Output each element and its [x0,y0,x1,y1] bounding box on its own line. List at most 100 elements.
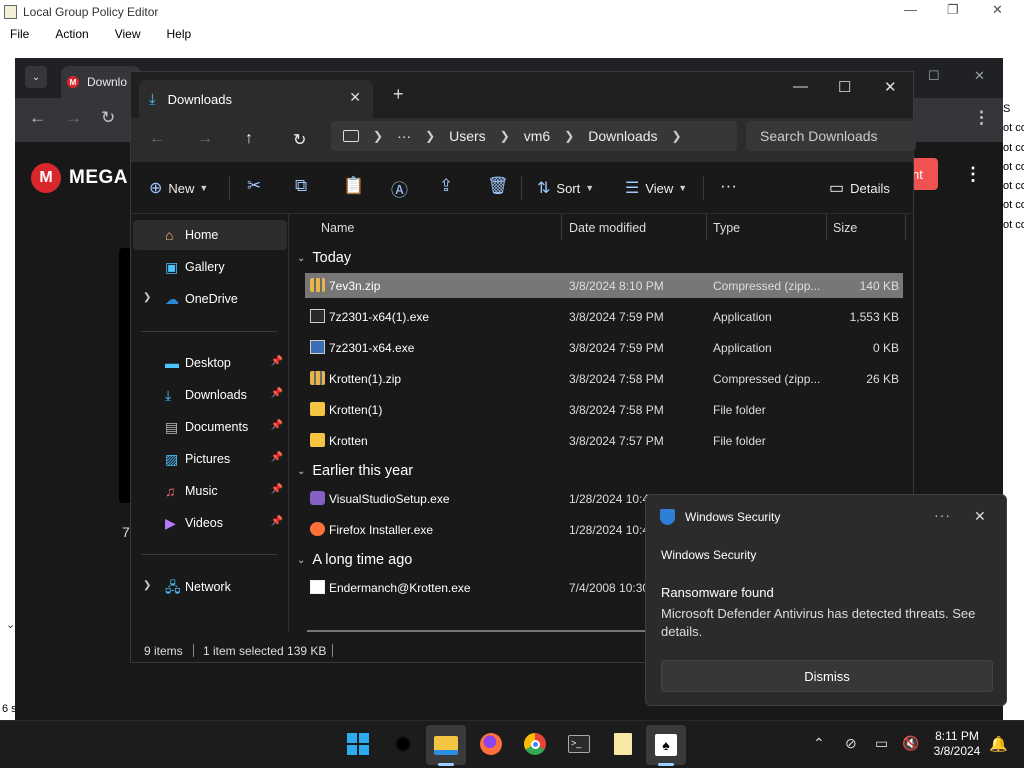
new-button[interactable]: ⊕ New ▼ [149,178,208,198]
column-name[interactable]: Name [321,221,354,235]
refresh-icon[interactable]: ↻ [293,130,306,150]
menu-view[interactable]: View [109,27,147,41]
column-separator[interactable] [905,214,906,240]
back-icon[interactable]: ← [149,130,165,148]
start-button[interactable] [345,731,371,757]
nav-item-home[interactable]: ⌂ Home [133,220,287,250]
file-row[interactable]: Krotten(1).zip 3/8/2024 7:58 PM Compress… [305,366,903,391]
more-options-icon[interactable]: ··· [934,507,951,523]
copy-icon[interactable]: ⧉ [295,176,307,196]
mega-red-button[interactable]: nt [910,158,938,190]
chrome-tab-mega[interactable]: M Downlo [61,66,141,98]
nav-item-videos[interactable]: ▶ Videos 📌 [133,508,287,538]
chevron-up-icon[interactable]: ⌃ [813,735,825,752]
taskbar-terminal[interactable]: >_ [566,731,592,757]
nav-item-gallery[interactable]: ▣ Gallery [133,252,287,282]
more-options-icon[interactable]: ··· [720,176,737,196]
delete-icon[interactable]: 🗑 [487,176,509,196]
close-icon[interactable]: ✕ [974,508,986,525]
notification-bell-icon[interactable]: 🔔 [989,735,1008,753]
nav-item-network[interactable]: ❯ 🖧 Network [133,572,287,602]
column-separator[interactable] [561,214,562,240]
mega-favicon-icon: M [67,76,79,88]
chevron-right-icon[interactable]: ❯ [500,129,510,143]
share-icon[interactable]: ⇪ [439,176,453,196]
chevron-right-icon[interactable]: ❯ [672,129,682,143]
restore-icon[interactable]: ❐ [947,2,959,18]
file-row[interactable]: 7z2301-x64.exe 3/8/2024 7:59 PM Applicat… [305,335,903,360]
nav-item-desktop[interactable]: ▬ Desktop 📌 [133,348,287,378]
chevron-right-icon[interactable]: ❯ [425,129,435,143]
close-icon[interactable]: ✕ [992,2,1003,18]
forward-icon[interactable]: → [197,130,213,148]
taskbar-policy-editor[interactable]: ♠ [646,725,686,766]
address-bar[interactable]: ❯ ··· ❯ Users ❯ vm6 ❯ Downloads ❯ [331,121,737,151]
chevron-down-icon[interactable]: ⌄ [6,618,15,631]
taskbar-firefox[interactable] [478,731,504,757]
chrome-close-icon[interactable]: ✕ [974,68,985,84]
group-header-longago[interactable]: ⌄ A long time ago [297,552,412,568]
nav-item-onedrive[interactable]: ❯ ☁ OneDrive [133,284,287,314]
explorer-close-icon[interactable]: ✕ [884,78,897,96]
column-size[interactable]: Size [833,221,857,235]
file-row[interactable]: Krotten 3/8/2024 7:57 PM File folder [305,428,903,453]
taskbar-chrome[interactable] [522,731,548,757]
minimize-icon[interactable]: — [904,2,917,17]
nav-item-downloads[interactable]: ⤓ Downloads 📌 [133,380,287,410]
breadcrumb-downloads[interactable]: Downloads [588,128,657,144]
mega-logo[interactable]: M MEGA [31,163,128,193]
taskbar-search-button[interactable] [390,731,416,757]
volume-muted-icon[interactable]: 🔇 [902,735,919,752]
expand-chevron-icon[interactable]: ❯ [143,580,151,591]
clock[interactable]: 8:11 PM 3/8/2024 [930,729,984,759]
rename-icon[interactable]: Ⓐ [391,176,408,201]
menu-help[interactable]: Help [161,27,198,41]
breadcrumb-users[interactable]: Users [449,128,486,144]
chrome-maximize-icon[interactable]: ☐ [928,68,940,84]
explorer-minimize-icon[interactable]: — [793,78,808,95]
column-separator[interactable] [826,214,827,240]
explorer-tab-downloads[interactable]: ⤓ Downloads ✕ [139,80,373,118]
chevron-right-icon[interactable]: ❯ [373,129,383,143]
back-icon[interactable]: ← [29,108,46,128]
display-icon[interactable]: ▭ [875,735,888,752]
more-locations-icon[interactable]: ··· [397,128,411,144]
reload-icon[interactable]: ↻ [101,108,115,128]
menu-action[interactable]: Action [49,27,94,41]
group-header-today[interactable]: ⌄ Today [297,250,351,266]
details-button[interactable]: ▭ Details [829,178,890,198]
new-tab-icon[interactable]: + [393,84,404,105]
expand-chevron-icon[interactable]: ❯ [143,292,151,303]
taskbar-file-explorer[interactable] [426,725,466,766]
column-separator[interactable] [706,214,707,240]
settings-cell: ot co [1003,218,1024,231]
nav-item-music[interactable]: ♫ Music 📌 [133,476,287,506]
chrome-menu-icon[interactable]: ⋮ [973,108,990,128]
nav-item-pictures[interactable]: ▨ Pictures 📌 [133,444,287,474]
explorer-maximize-icon[interactable]: ☐ [838,78,851,96]
up-icon[interactable]: ↑ [245,130,253,148]
dismiss-button[interactable]: Dismiss [661,660,993,692]
tab-search-chevron-icon[interactable]: ⌄ [25,66,47,88]
file-row[interactable]: 7ev3n.zip 3/8/2024 8:10 PM Compressed (z… [305,273,903,298]
cut-icon[interactable]: ✂ [247,176,261,196]
breadcrumb-vm6[interactable]: vm6 [524,128,550,144]
mega-menu-icon[interactable]: ⋮ [964,164,982,185]
taskbar-notepad[interactable] [610,731,636,757]
column-type[interactable]: Type [713,221,740,235]
chevron-right-icon[interactable]: ❯ [564,129,574,143]
tab-close-icon[interactable]: ✕ [349,89,361,106]
search-input[interactable]: Search Downloads [746,121,916,151]
nav-item-documents[interactable]: ▤ Documents 📌 [133,412,287,442]
horizontal-scrollbar[interactable] [307,630,647,632]
sort-button[interactable]: ⇅ Sort ▼ [537,178,594,198]
view-button[interactable]: ☰ View ▼ [625,178,687,198]
paste-icon[interactable]: 📋 [343,176,364,196]
file-row[interactable]: Krotten(1) 3/8/2024 7:58 PM File folder [305,397,903,422]
forward-icon[interactable]: → [65,108,82,128]
group-header-earlier[interactable]: ⌄ Earlier this year [297,463,413,479]
column-date[interactable]: Date modified [569,221,646,235]
network-disconnected-icon[interactable]: ⊘ [845,735,857,752]
file-row[interactable]: 7z2301-x64(1).exe 3/8/2024 7:59 PM Appli… [305,304,903,329]
menu-file[interactable]: File [4,27,35,41]
